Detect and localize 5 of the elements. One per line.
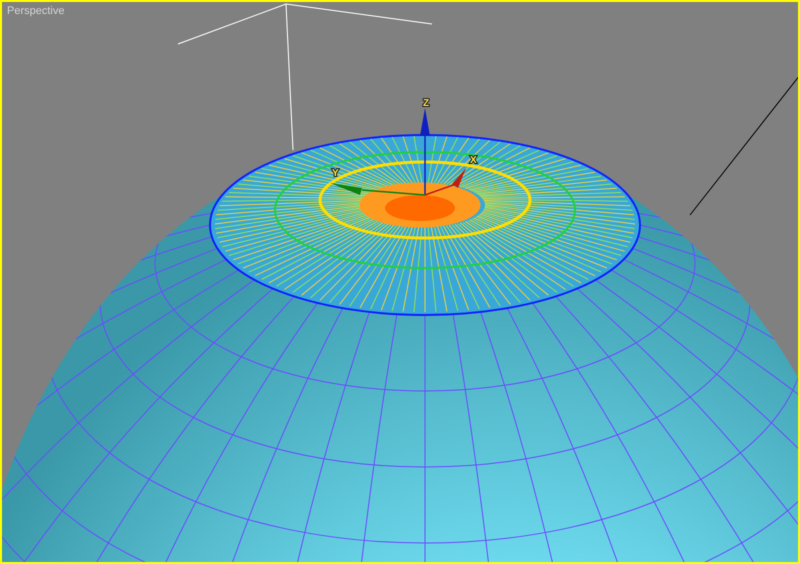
z-axis-arrow-icon[interactable] [420,108,430,195]
viewport-label[interactable]: Perspective [7,4,64,18]
y-axis-arrow-icon[interactable] [330,183,426,196]
axis-label: Z [423,98,430,109]
x-axis-arrow-icon[interactable] [424,168,466,196]
